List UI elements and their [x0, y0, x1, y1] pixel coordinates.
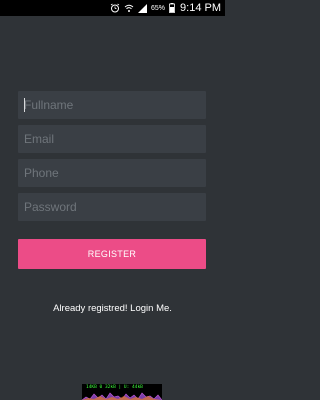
- phone-field-container: [18, 159, 206, 187]
- login-link[interactable]: Already registred! Login Me.: [0, 303, 225, 314]
- status-bar: 65% 9:14 PM: [0, 0, 225, 16]
- email-field-container: [18, 125, 206, 153]
- battery-percent: 65%: [151, 4, 166, 12]
- text-cursor: [24, 98, 25, 112]
- network-graph-icon: [82, 392, 162, 400]
- email-field[interactable]: [18, 125, 206, 153]
- register-button[interactable]: REGISTER: [18, 239, 206, 269]
- registration-form: [18, 91, 206, 227]
- password-field[interactable]: [18, 193, 206, 221]
- phone-field[interactable]: [18, 159, 206, 187]
- password-field-container: [18, 193, 206, 221]
- register-screen: 65% 9:14 PM REGISTER Already registred! …: [0, 0, 225, 400]
- fullname-field[interactable]: [18, 91, 206, 119]
- alarm-icon: [110, 0, 120, 16]
- battery-icon: [169, 0, 175, 16]
- wifi-icon: [124, 0, 134, 16]
- network-stats-text: 14KB 0 32kB | U: 44kB: [86, 385, 143, 390]
- status-time: 9:14 PM: [180, 2, 221, 14]
- network-monitor-overlay: 14KB 0 32kB | U: 44kB: [82, 384, 162, 400]
- fullname-field-container: [18, 91, 206, 119]
- signal-icon: [138, 0, 148, 16]
